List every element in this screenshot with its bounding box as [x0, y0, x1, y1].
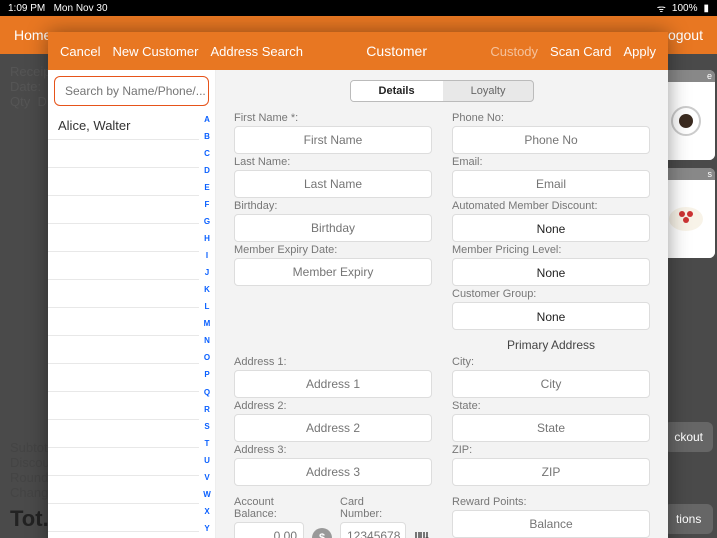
list-item[interactable] [48, 280, 199, 308]
list-item[interactable] [48, 252, 199, 280]
app-root: Home ogout Receip Date: Qty D e s Subtot… [0, 16, 717, 538]
checkout-button[interactable]: ckout [664, 422, 713, 452]
list-item[interactable] [48, 196, 199, 224]
custody-button[interactable]: Custody [490, 44, 538, 59]
barcode-icon[interactable] [414, 529, 432, 538]
customer-list-panel: Alice, Walter ABCDEFGHIJKLMNOPQRSTUVWXYZ [48, 70, 216, 538]
birthday-input[interactable] [234, 214, 432, 242]
alpha-letter[interactable]: J [201, 269, 213, 277]
segment-control[interactable]: Details Loyalty [350, 80, 535, 102]
alpha-letter[interactable]: R [201, 406, 213, 414]
tab-details[interactable]: Details [351, 81, 443, 101]
list-item[interactable] [48, 364, 199, 392]
state-input[interactable] [452, 414, 650, 442]
alpha-letter[interactable]: B [201, 133, 213, 141]
alpha-index[interactable]: ABCDEFGHIJKLMNOPQRSTUVWXYZ [201, 116, 213, 538]
email-input[interactable] [452, 170, 650, 198]
city-input[interactable] [452, 370, 650, 398]
first-name-input[interactable] [234, 126, 432, 154]
alpha-letter[interactable]: F [201, 201, 213, 209]
alpha-letter[interactable]: H [201, 235, 213, 243]
tab-loyalty[interactable]: Loyalty [443, 81, 534, 101]
search-box[interactable] [54, 76, 209, 106]
alpha-letter[interactable]: O [201, 354, 213, 362]
alpha-letter[interactable]: S [201, 423, 213, 431]
customer-form: Details Loyalty First Name *: Last Name:… [216, 70, 668, 538]
list-item[interactable] [48, 392, 199, 420]
list-item[interactable] [48, 532, 199, 538]
alpha-letter[interactable]: G [201, 218, 213, 226]
status-date: Mon Nov 30 [54, 3, 108, 14]
list-item[interactable] [48, 308, 199, 336]
customer-group-select[interactable]: None [452, 302, 650, 330]
address2-input[interactable] [234, 414, 432, 442]
bg-logout[interactable]: ogout [668, 27, 703, 43]
alpha-letter[interactable]: W [201, 491, 213, 499]
list-item[interactable] [48, 420, 199, 448]
alpha-letter[interactable]: Q [201, 389, 213, 397]
pricing-level-select[interactable]: None [452, 258, 650, 286]
list-item[interactable] [48, 448, 199, 476]
alpha-letter[interactable]: P [201, 371, 213, 379]
alpha-letter[interactable]: M [201, 320, 213, 328]
alpha-letter[interactable]: A [201, 116, 213, 124]
address-search-button[interactable]: Address Search [210, 44, 303, 59]
reward-points-input[interactable] [452, 510, 650, 538]
bg-desc: D [37, 94, 46, 109]
alpha-letter[interactable]: I [201, 252, 213, 260]
alpha-letter[interactable]: C [201, 150, 213, 158]
dollar-icon[interactable]: $ [312, 528, 332, 538]
auto-discount-select[interactable]: None [452, 214, 650, 242]
alpha-letter[interactable]: X [201, 508, 213, 516]
options-button[interactable]: tions [664, 504, 713, 534]
zip-input[interactable] [452, 458, 650, 486]
alpha-letter[interactable]: V [201, 474, 213, 482]
status-time: 1:09 PM [8, 3, 45, 14]
alpha-letter[interactable]: T [201, 440, 213, 448]
alpha-letter[interactable]: L [201, 303, 213, 311]
list-item[interactable] [48, 140, 199, 168]
address3-input[interactable] [234, 458, 432, 486]
alpha-letter[interactable]: D [201, 167, 213, 175]
phone-input[interactable] [452, 126, 650, 154]
scan-card-button[interactable]: Scan Card [550, 44, 611, 59]
account-balance-input[interactable] [234, 522, 304, 538]
primary-address-title: Primary Address [452, 338, 650, 352]
alpha-letter[interactable]: Y [201, 525, 213, 533]
customer-list[interactable]: Alice, Walter ABCDEFGHIJKLMNOPQRSTUVWXYZ [48, 112, 215, 538]
coffee-icon [671, 106, 701, 136]
modal-title: Customer [303, 43, 490, 59]
status-bar: 1:09 PM Mon Nov 30 ᯤ 100% ▮ [0, 0, 717, 16]
last-name-input[interactable] [234, 170, 432, 198]
list-item[interactable] [48, 476, 199, 504]
cancel-button[interactable]: Cancel [60, 44, 100, 59]
battery-icon: ▮ [703, 3, 709, 14]
bg-qty: Qty [10, 94, 30, 109]
member-expiry-input[interactable] [234, 258, 432, 286]
customer-modal: Cancel New Customer Address Search Custo… [48, 32, 668, 538]
wifi-icon: ᯤ [657, 1, 666, 15]
bg-home[interactable]: Home [14, 27, 51, 43]
list-item[interactable] [48, 336, 199, 364]
alpha-letter[interactable]: E [201, 184, 213, 192]
alpha-letter[interactable]: U [201, 457, 213, 465]
cake-icon [669, 207, 703, 231]
list-item[interactable] [48, 504, 199, 532]
modal-nav: Cancel New Customer Address Search Custo… [48, 32, 668, 70]
search-input[interactable] [65, 84, 220, 98]
battery-text: 100% [672, 3, 698, 14]
list-item[interactable] [48, 224, 199, 252]
apply-button[interactable]: Apply [623, 44, 656, 59]
alpha-letter[interactable]: N [201, 337, 213, 345]
list-item[interactable]: Alice, Walter [48, 112, 199, 140]
list-item[interactable] [48, 168, 199, 196]
address1-input[interactable] [234, 370, 432, 398]
card-number-input[interactable] [340, 522, 406, 538]
alpha-letter[interactable]: K [201, 286, 213, 294]
new-customer-button[interactable]: New Customer [112, 44, 198, 59]
